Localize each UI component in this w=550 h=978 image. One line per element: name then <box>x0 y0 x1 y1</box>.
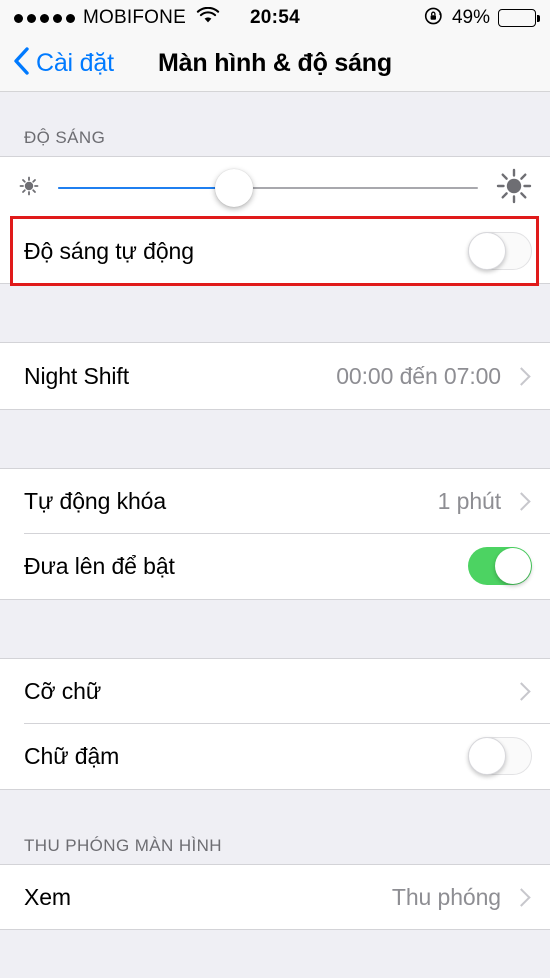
chevron-right-icon <box>512 887 531 907</box>
bold-text-label: Chữ đậm <box>24 742 120 769</box>
display-zoom-view-row[interactable]: Xem Thu phóng <box>0 865 550 929</box>
raise-to-wake-right <box>468 547 532 585</box>
display-zoom-group: Xem Thu phóng <box>0 865 550 930</box>
brightness-slider-row <box>0 157 550 219</box>
brightness-slider[interactable] <box>58 169 478 207</box>
auto-brightness-row[interactable]: Độ sáng tự động <box>0 219 550 283</box>
iphone-screen: MOBIFONE 20:54 49% Cài đặt Màn hình & độ… <box>0 0 550 978</box>
bold-text-toggle[interactable] <box>468 737 532 775</box>
section-header-display-zoom-label: THU PHÓNG MÀN HÌNH <box>24 836 222 855</box>
auto-brightness-right <box>468 232 532 270</box>
display-zoom-view-label: Xem <box>24 883 71 910</box>
spacer-before-lock <box>0 410 550 469</box>
sun-small-icon <box>14 171 44 206</box>
slider-track-fill <box>58 186 235 190</box>
night-shift-group: Night Shift 00:00 đến 07:00 <box>0 343 550 410</box>
spacer-above-brightness <box>0 92 550 115</box>
auto-lock-right: 1 phút <box>438 488 532 515</box>
text-size-right <box>512 681 532 701</box>
back-button[interactable]: Cài đặt <box>0 46 114 81</box>
raise-to-wake-label: Đưa lên để bật <box>24 552 175 579</box>
spacer-before-display-zoom <box>0 790 550 823</box>
battery-percent-label: 49% <box>451 7 490 28</box>
auto-brightness-label: Độ sáng tự động <box>24 237 194 264</box>
auto-lock-row[interactable]: Tự động khóa 1 phút <box>0 469 550 533</box>
brightness-group: Độ sáng tự động <box>0 157 550 284</box>
toggle-knob <box>468 232 506 270</box>
text-size-row[interactable]: Cỡ chữ <box>0 659 550 723</box>
chevron-right-icon <box>512 491 531 511</box>
lock-group: Tự động khóa 1 phút Đưa lên để bật <box>0 469 550 600</box>
auto-brightness-toggle[interactable] <box>468 232 532 270</box>
spacer-before-text <box>0 600 550 659</box>
night-shift-value: 00:00 đến 07:00 <box>336 362 501 389</box>
bold-text-row[interactable]: Chữ đậm <box>0 723 550 789</box>
bold-text-right <box>468 737 532 775</box>
toggle-knob <box>495 548 531 584</box>
rotation-lock-icon <box>424 6 444 31</box>
wifi-icon <box>196 6 220 30</box>
section-header-brightness-label: ĐỘ SÁNG <box>24 128 106 147</box>
night-shift-row[interactable]: Night Shift 00:00 đến 07:00 <box>0 343 550 409</box>
section-header-display-zoom: THU PHÓNG MÀN HÌNH <box>0 823 550 865</box>
status-bar: MOBIFONE 20:54 49% <box>0 0 550 36</box>
section-header-brightness: ĐỘ SÁNG <box>0 115 550 157</box>
carrier-label: MOBIFONE <box>83 7 186 28</box>
back-button-label: Cài đặt <box>36 49 114 77</box>
slider-thumb[interactable] <box>215 169 254 207</box>
toggle-knob <box>468 737 506 775</box>
battery-icon <box>498 9 540 27</box>
display-zoom-view-right: Thu phóng <box>392 884 532 911</box>
text-group: Cỡ chữ Chữ đậm <box>0 659 550 790</box>
signal-strength-dots-icon <box>14 13 75 23</box>
raise-to-wake-row[interactable]: Đưa lên để bật <box>0 533 550 599</box>
status-bar-left: MOBIFONE <box>14 6 220 30</box>
chevron-right-icon <box>512 681 531 701</box>
chevron-right-icon <box>512 366 531 386</box>
night-shift-right: 00:00 đến 07:00 <box>336 363 532 390</box>
display-zoom-view-value: Thu phóng <box>391 883 501 910</box>
chevron-left-icon <box>12 46 30 81</box>
spacer-before-night-shift <box>0 284 550 343</box>
sun-large-icon <box>492 164 536 213</box>
raise-to-wake-toggle[interactable] <box>468 547 532 585</box>
auto-lock-label: Tự động khóa <box>24 487 167 514</box>
text-size-label: Cỡ chữ <box>24 677 102 704</box>
night-shift-label: Night Shift <box>24 362 130 389</box>
navigation-bar: Cài đặt Màn hình & độ sáng <box>0 36 550 92</box>
auto-lock-value: 1 phút <box>437 487 501 514</box>
status-bar-right: 49% <box>424 6 540 31</box>
